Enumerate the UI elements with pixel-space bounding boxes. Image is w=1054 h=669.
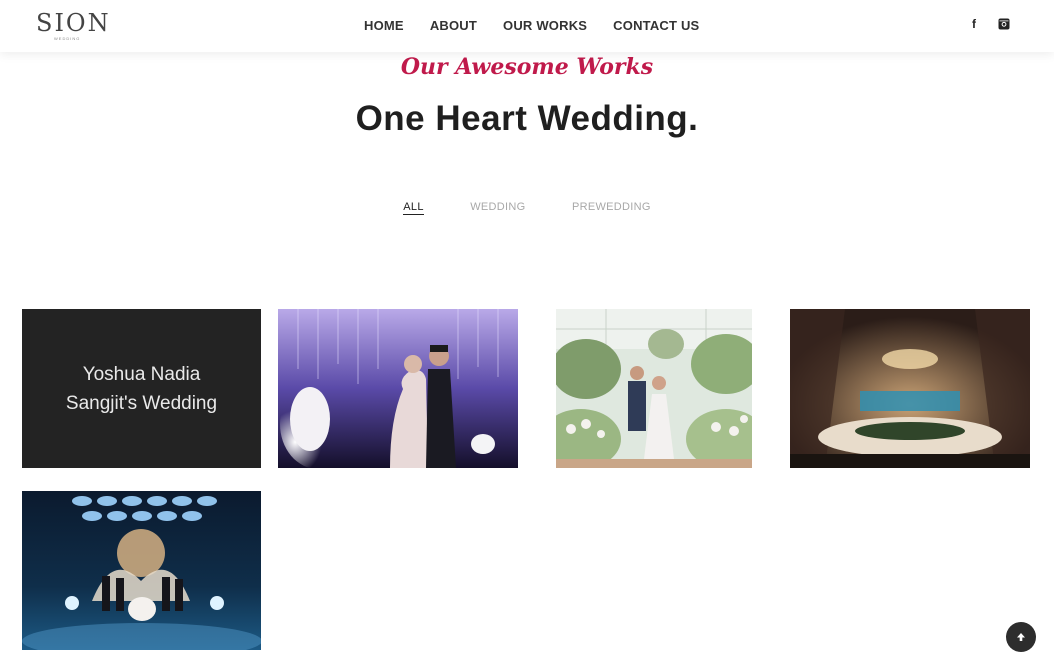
logo[interactable]: SION WEDDING	[36, 10, 116, 42]
main-nav: HOME ABOUT OUR WORKS CONTACT US	[364, 18, 725, 33]
nav-home[interactable]: HOME	[364, 18, 404, 33]
portfolio-filters: ALL WEDDING PREWEDDING	[0, 197, 1054, 215]
gallery-caption-line-2: Sangjit's Wedding	[65, 392, 218, 414]
gallery-photo-couple-lights[interactable]	[278, 309, 518, 468]
logo-subtext: WEDDING	[54, 36, 81, 41]
stage-ceremony-image	[22, 491, 261, 650]
scroll-to-top-button[interactable]	[1006, 622, 1036, 652]
section-subtitle: Our Awesome Works	[400, 54, 654, 80]
filter-all[interactable]: ALL	[403, 201, 424, 215]
gallery-photo-garden-couple[interactable]	[556, 309, 752, 468]
nav-about[interactable]: ABOUT	[430, 18, 477, 33]
garden-couple-image	[556, 309, 752, 468]
instagram-icon[interactable]	[998, 18, 1010, 30]
gallery-item-hover-caption[interactable]: Yoshua Nadia Sangjit's Wedding	[22, 309, 261, 468]
nav-our-works[interactable]: OUR WORKS	[503, 18, 587, 33]
social-links: f	[972, 17, 1010, 31]
gallery-photo-venue-hall[interactable]	[790, 309, 1030, 468]
venue-hall-image	[790, 309, 1030, 468]
couple-lights-image	[278, 309, 518, 468]
nav-contact-us[interactable]: CONTACT US	[613, 18, 699, 33]
gallery-caption: Yoshua Nadia Sangjit's Wedding	[66, 360, 217, 418]
site-header: SION WEDDING HOME ABOUT OUR WORKS CONTAC…	[0, 0, 1054, 52]
section-title: One Heart Wedding.	[355, 99, 699, 138]
gallery-caption-line-1: Yoshua Nadia	[82, 363, 201, 385]
facebook-icon[interactable]: f	[972, 17, 976, 31]
logo-text: SION	[36, 9, 111, 37]
arrow-up-icon	[1017, 633, 1025, 641]
gallery-photo-stage-ceremony[interactable]	[22, 491, 261, 650]
filter-prewedding[interactable]: PREWEDDING	[572, 201, 651, 213]
filter-wedding[interactable]: WEDDING	[470, 201, 525, 213]
